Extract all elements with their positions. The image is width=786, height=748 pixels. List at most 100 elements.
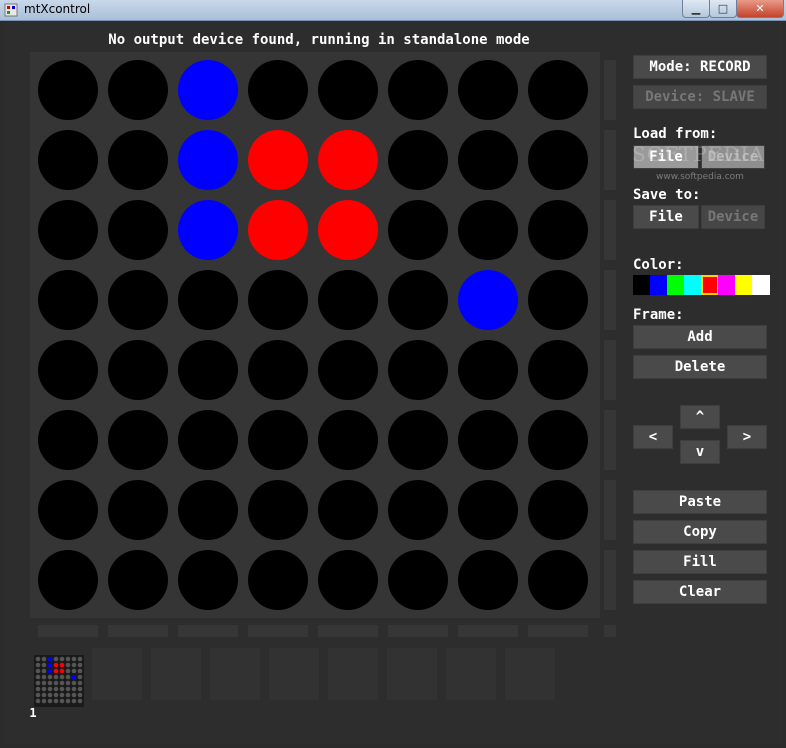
led-r4-c8[interactable] (528, 270, 588, 330)
led-r8-c2[interactable] (108, 550, 168, 610)
led-r3-c3[interactable] (178, 200, 238, 260)
led-r3-c4[interactable] (248, 200, 308, 260)
led-r3-c1[interactable] (38, 200, 98, 260)
led-r7-c7[interactable] (458, 480, 518, 540)
color-swatch[interactable] (667, 275, 685, 295)
row-select-button[interactable] (604, 550, 616, 610)
led-r6-c8[interactable] (528, 410, 588, 470)
move-left-button[interactable]: < (633, 425, 673, 449)
column-select-button[interactable] (388, 625, 448, 637)
led-r5-c8[interactable] (528, 340, 588, 400)
empty-frame-slot[interactable] (269, 648, 319, 700)
led-r1-c5[interactable] (318, 60, 378, 120)
led-r2-c3[interactable] (178, 130, 238, 190)
frame-thumbnail[interactable] (34, 655, 84, 707)
led-r7-c4[interactable] (248, 480, 308, 540)
mode-button[interactable]: Mode: RECORD (633, 55, 767, 79)
led-r7-c3[interactable] (178, 480, 238, 540)
fill-button[interactable]: Fill (633, 550, 767, 574)
color-swatch[interactable] (701, 275, 719, 295)
led-r7-c1[interactable] (38, 480, 98, 540)
led-r6-c1[interactable] (38, 410, 98, 470)
led-r1-c8[interactable] (528, 60, 588, 120)
led-r1-c1[interactable] (38, 60, 98, 120)
led-r2-c1[interactable] (38, 130, 98, 190)
led-r5-c3[interactable] (178, 340, 238, 400)
color-swatch[interactable] (684, 275, 702, 295)
color-swatch[interactable] (718, 275, 736, 295)
led-r3-c2[interactable] (108, 200, 168, 260)
led-r7-c8[interactable] (528, 480, 588, 540)
led-r5-c2[interactable] (108, 340, 168, 400)
empty-frame-slot[interactable] (151, 648, 201, 700)
row-select-button[interactable] (604, 60, 616, 120)
add-frame-button[interactable]: Add (633, 325, 767, 349)
led-r2-c2[interactable] (108, 130, 168, 190)
color-swatch[interactable] (735, 275, 753, 295)
led-r2-c8[interactable] (528, 130, 588, 190)
led-r5-c5[interactable] (318, 340, 378, 400)
led-r8-c4[interactable] (248, 550, 308, 610)
led-r6-c5[interactable] (318, 410, 378, 470)
led-r8-c5[interactable] (318, 550, 378, 610)
led-r7-c6[interactable] (388, 480, 448, 540)
row-select-button[interactable] (604, 270, 616, 330)
empty-frame-slot[interactable] (210, 648, 260, 700)
column-select-button[interactable] (604, 625, 616, 637)
color-swatch[interactable] (752, 275, 770, 295)
column-select-button[interactable] (38, 625, 98, 637)
led-r1-c2[interactable] (108, 60, 168, 120)
clear-button[interactable]: Clear (633, 580, 767, 604)
column-select-button[interactable] (458, 625, 518, 637)
save-file-button[interactable]: File (633, 205, 699, 229)
led-r1-c3[interactable] (178, 60, 238, 120)
move-up-button[interactable]: ^ (680, 405, 720, 429)
led-r5-c6[interactable] (388, 340, 448, 400)
led-r6-c3[interactable] (178, 410, 238, 470)
device-button[interactable]: Device: SLAVE (633, 85, 767, 109)
led-r8-c6[interactable] (388, 550, 448, 610)
led-r1-c7[interactable] (458, 60, 518, 120)
empty-frame-slot[interactable] (446, 648, 496, 700)
minimize-button[interactable]: ▁ (682, 0, 710, 18)
save-device-button[interactable]: Device (701, 205, 765, 229)
move-down-button[interactable]: v (680, 440, 720, 464)
color-swatch[interactable] (633, 275, 651, 295)
led-r6-c7[interactable] (458, 410, 518, 470)
led-r6-c6[interactable] (388, 410, 448, 470)
row-select-button[interactable] (604, 410, 616, 470)
led-r8-c7[interactable] (458, 550, 518, 610)
row-select-button[interactable] (604, 130, 616, 190)
led-r1-c4[interactable] (248, 60, 308, 120)
led-r6-c4[interactable] (248, 410, 308, 470)
paste-button[interactable]: Paste (633, 490, 767, 514)
led-r4-c5[interactable] (318, 270, 378, 330)
led-r5-c7[interactable] (458, 340, 518, 400)
column-select-button[interactable] (318, 625, 378, 637)
maximize-button[interactable]: □ (709, 0, 737, 18)
column-select-button[interactable] (108, 625, 168, 637)
column-select-button[interactable] (178, 625, 238, 637)
led-r5-c1[interactable] (38, 340, 98, 400)
led-r4-c1[interactable] (38, 270, 98, 330)
led-r2-c6[interactable] (388, 130, 448, 190)
color-swatch[interactable] (650, 275, 668, 295)
led-r8-c8[interactable] (528, 550, 588, 610)
led-r3-c7[interactable] (458, 200, 518, 260)
led-r4-c3[interactable] (178, 270, 238, 330)
move-right-button[interactable]: > (727, 425, 767, 449)
empty-frame-slot[interactable] (328, 648, 378, 700)
led-r7-c5[interactable] (318, 480, 378, 540)
empty-frame-slot[interactable] (92, 648, 142, 700)
led-r5-c4[interactable] (248, 340, 308, 400)
led-r8-c3[interactable] (178, 550, 238, 610)
empty-frame-slot[interactable] (387, 648, 437, 700)
copy-button[interactable]: Copy (633, 520, 767, 544)
led-r2-c5[interactable] (318, 130, 378, 190)
delete-frame-button[interactable]: Delete (633, 355, 767, 379)
led-r2-c7[interactable] (458, 130, 518, 190)
led-r4-c4[interactable] (248, 270, 308, 330)
led-r2-c4[interactable] (248, 130, 308, 190)
led-r1-c6[interactable] (388, 60, 448, 120)
led-r4-c2[interactable] (108, 270, 168, 330)
